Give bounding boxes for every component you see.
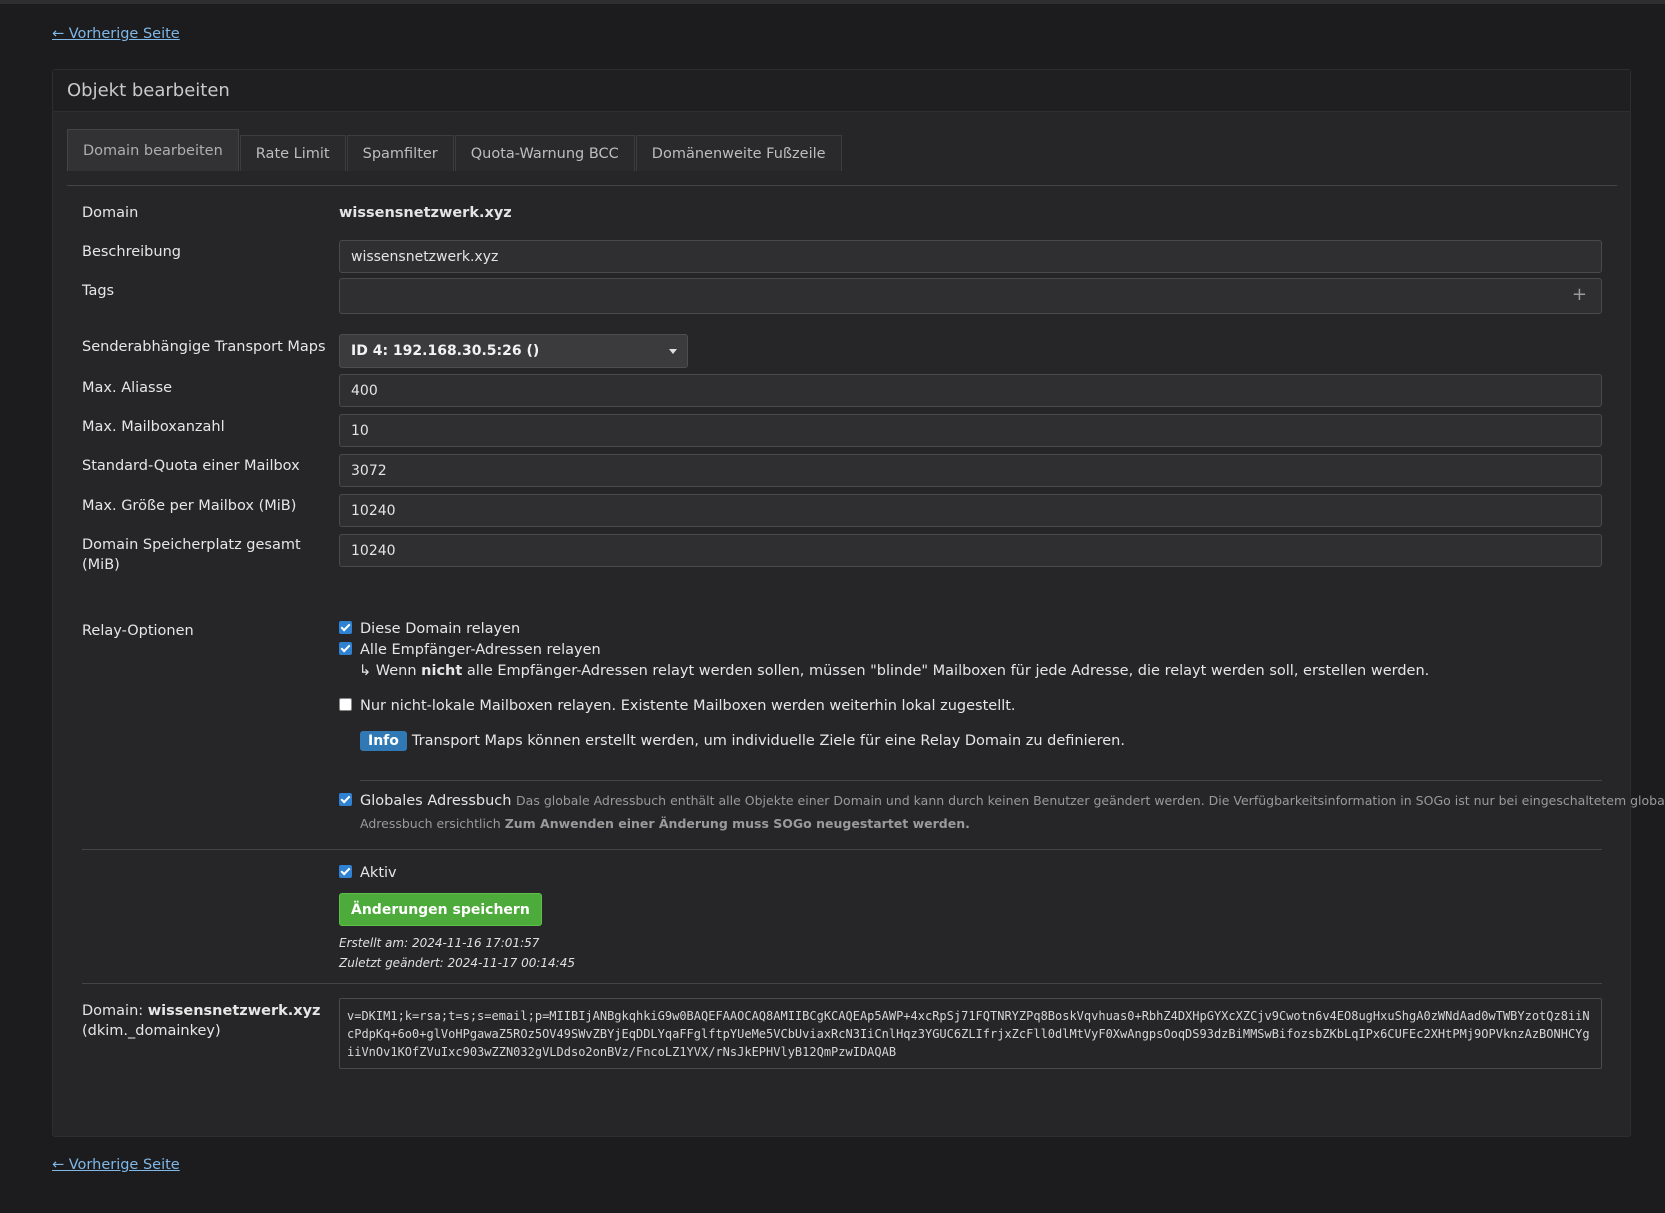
save-button[interactable]: Änderungen speichern [339, 893, 542, 926]
relay-domain-checkbox[interactable] [339, 621, 352, 634]
relay-unknown-option[interactable]: Nur nicht-lokale Mailboxen relayen. Exis… [339, 698, 1016, 714]
max-size-input[interactable]: 10240 [339, 494, 1602, 527]
back-link-bottom[interactable]: ← Vorherige Seite [52, 1157, 180, 1173]
default-quota-label: Standard-Quota einer Mailbox [82, 458, 300, 474]
gal-option[interactable]: Globales Adressbuch Das globale Adressbu… [339, 793, 1665, 809]
description-input[interactable]: wissensnetzwerk.xyz [339, 240, 1602, 273]
max-size-label: Max. Größe per Mailbox (MiB) [82, 498, 297, 514]
transport-maps-label: Senderabhängige Transport Maps [82, 339, 326, 355]
domain-storage-input[interactable]: 10240 [339, 534, 1602, 567]
relay-divider [360, 780, 1602, 781]
dkim-label-prefix: Domain: [82, 1003, 148, 1019]
hint-prefix: ↳ Wenn [359, 663, 422, 679]
tab-domain-footer[interactable]: Domänenweite Fußzeile [635, 135, 842, 171]
tab-quota-warning-bcc[interactable]: Quota-Warnung BCC [454, 135, 635, 171]
relay-options-label: Relay-Optionen [82, 623, 194, 639]
relay-all-option[interactable]: Alle Empfänger-Adressen relayen [339, 642, 601, 658]
active-option[interactable]: Aktiv [339, 865, 397, 881]
relay-unknown-label: Nur nicht-lokale Mailboxen relayen. Exis… [360, 698, 1016, 714]
relay-all-checkbox[interactable] [339, 642, 352, 655]
hint-bold: nicht [421, 663, 463, 679]
gal-help-bold: Zum Anwenden einer Änderung muss SOGo ne… [504, 816, 970, 831]
dkim-label-domain: wissensnetzwerk.xyz [147, 1003, 321, 1019]
dkim-divider [82, 983, 1602, 984]
gal-help-line2: Adressbuch ersichtlich Zum Anwenden eine… [360, 816, 970, 831]
gal-help-2: Adressbuch ersichtlich [360, 816, 505, 831]
max-mailboxes-label: Max. Mailboxanzahl [82, 419, 225, 435]
created-at: Erstellt am: 2024-11-16 17:01:57 [339, 936, 540, 950]
modified-at: Zuletzt geändert: 2024-11-17 00:14:45 [339, 956, 575, 970]
relay-domain-label: Diese Domain relayen [360, 621, 521, 637]
max-mailboxes-input[interactable]: 10 [339, 414, 1602, 447]
back-link-top[interactable]: ← Vorherige Seite [52, 26, 180, 42]
max-aliases-label: Max. Aliasse [82, 380, 173, 396]
gal-help-1: Das globale Adressbuch enthält alle Obje… [516, 793, 1665, 808]
info-text: Transport Maps können erstellt werden, u… [411, 733, 1125, 749]
description-label: Beschreibung [82, 244, 181, 260]
caret-down-icon [669, 349, 677, 354]
domain-value: wissensnetzwerk.xyz [339, 205, 512, 221]
dkim-record[interactable]: v=DKIM1;k=rsa;t=s;s=email;p=MIIBIjANBgkq… [339, 998, 1602, 1069]
tags-input[interactable]: + [339, 278, 1602, 314]
plus-icon[interactable]: + [1572, 284, 1587, 305]
relay-all-label: Alle Empfänger-Adressen relayen [360, 642, 601, 658]
relay-all-hint: ↳ Wenn nicht alle Empfänger-Adressen rel… [359, 663, 1429, 679]
info-badge: Info [360, 731, 407, 751]
transport-maps-select[interactable]: ID 4: 192.168.30.5:26 () [339, 334, 688, 368]
dkim-label: Domain: wissensnetzwerk.xyz (dkim._domai… [82, 1001, 322, 1041]
info-alert: Info Transport Maps können erstellt werde… [360, 731, 1125, 751]
tab-domain-edit[interactable]: Domain bearbeiten [67, 129, 239, 171]
active-checkbox[interactable] [339, 865, 352, 878]
active-label: Aktiv [360, 865, 397, 881]
section-divider [82, 849, 1602, 850]
panel-title: Objekt bearbeiten [53, 70, 1630, 112]
max-aliases-input[interactable]: 400 [339, 374, 1602, 407]
tags-label: Tags [82, 283, 115, 299]
tab-bar: Domain bearbeiten Rate Limit Spamfilter … [67, 126, 1617, 186]
tab-rate-limit[interactable]: Rate Limit [239, 135, 346, 171]
gal-label: Globales Adressbuch [360, 793, 512, 809]
transport-maps-selected: ID 4: 192.168.30.5:26 () [351, 343, 540, 359]
edit-panel: Objekt bearbeiten Domain bearbeiten Rate… [52, 69, 1665, 1137]
domain-label: Domain [82, 205, 139, 221]
dkim-selector: (dkim._domainkey) [82, 1023, 221, 1039]
default-quota-input[interactable]: 3072 [339, 454, 1602, 487]
gal-checkbox[interactable] [339, 793, 352, 806]
tab-spamfilter[interactable]: Spamfilter [346, 135, 454, 171]
relay-domain-option[interactable]: Diese Domain relayen [339, 621, 520, 637]
hint-suffix: alle Empfänger-Adressen relayt werden so… [462, 663, 1430, 679]
domain-storage-label: Domain Speicherplatz gesamt (MiB) [82, 537, 301, 573]
window-top-border [0, 0, 1665, 4]
relay-unknown-checkbox[interactable] [339, 698, 352, 711]
